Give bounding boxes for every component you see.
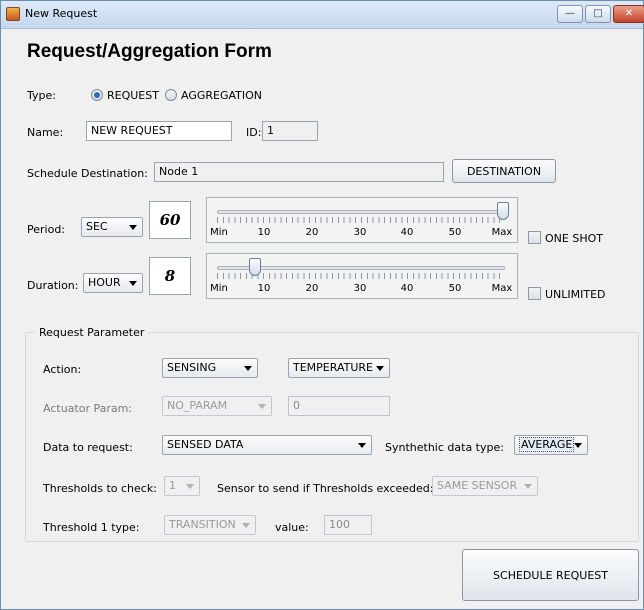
period-unit-value: SEC bbox=[86, 220, 108, 233]
radio-aggregation-label[interactable]: AGGREGATION bbox=[181, 89, 262, 102]
period-unit-dropdown[interactable]: SEC bbox=[81, 217, 143, 237]
period-slider-thumb[interactable] bbox=[497, 202, 509, 220]
page-title: Request/Aggregation Form bbox=[27, 41, 272, 62]
actuator-param-label: Actuator Param: bbox=[43, 402, 133, 415]
synthetic-data-type-label: Synthethic data type: bbox=[385, 441, 504, 454]
id-field: 1 bbox=[262, 121, 318, 141]
name-field[interactable]: NEW REQUEST bbox=[86, 121, 232, 141]
slider-max-label: Max bbox=[491, 227, 513, 238]
slider-tick-label: 30 bbox=[353, 283, 367, 294]
unlimited-checkbox[interactable] bbox=[528, 287, 541, 300]
slider-tick-label: 10 bbox=[257, 283, 271, 294]
threshold1-type-dropdown: TRANSITION bbox=[164, 515, 256, 535]
chevron-down-icon bbox=[129, 225, 137, 230]
threshold1-value-label: value: bbox=[275, 521, 309, 534]
data-to-request-dropdown[interactable]: SENSED DATA bbox=[162, 435, 372, 455]
type-label: Type: bbox=[27, 89, 56, 102]
slider-tick-label: 50 bbox=[448, 283, 462, 294]
action-label: Action: bbox=[43, 363, 82, 376]
threshold1-value-field: 100 bbox=[324, 515, 372, 535]
duration-unit-dropdown[interactable]: HOUR bbox=[83, 273, 143, 293]
window-title: New Request bbox=[25, 7, 98, 20]
chevron-down-icon bbox=[574, 443, 582, 448]
actuator-param-dropdown: NO_PARAM bbox=[162, 396, 272, 416]
sensor-to-send-label: Sensor to send if Thresholds exceeded: bbox=[217, 482, 434, 495]
chevron-down-icon bbox=[258, 404, 266, 409]
action-value: SENSING bbox=[167, 361, 217, 374]
duration-label: Duration: bbox=[27, 279, 79, 292]
actuator-param-value: NO_PARAM bbox=[167, 399, 228, 412]
chevron-down-icon bbox=[244, 366, 252, 371]
slider-tick-label: 40 bbox=[400, 227, 414, 238]
duration-unit-value: HOUR bbox=[88, 276, 121, 289]
id-label: ID: bbox=[246, 126, 262, 139]
period-value-display: 60 bbox=[149, 201, 191, 239]
threshold1-type-value: TRANSITION bbox=[169, 518, 236, 531]
chevron-down-icon bbox=[129, 281, 137, 286]
one-shot-label[interactable]: ONE SHOT bbox=[545, 232, 603, 245]
slider-tick-label: 50 bbox=[448, 227, 462, 238]
slider-tick-label: 20 bbox=[305, 227, 319, 238]
duration-slider-thumb[interactable] bbox=[249, 258, 261, 276]
duration-value-display: 8 bbox=[149, 257, 191, 295]
data-to-request-label: Data to request: bbox=[43, 441, 133, 454]
request-parameter-title: Request Parameter bbox=[35, 326, 149, 339]
chevron-down-icon bbox=[376, 366, 384, 371]
duration-slider[interactable]: Min 10 20 30 40 50 Max bbox=[206, 253, 518, 299]
thresholds-count-value: 1 bbox=[169, 479, 176, 492]
close-button[interactable]: ✕ bbox=[613, 5, 644, 23]
synthetic-data-type-dropdown[interactable]: AVERAGE bbox=[514, 435, 588, 455]
schedule-request-button[interactable]: SCHEDULE REQUEST bbox=[462, 549, 639, 601]
radio-request-label[interactable]: REQUEST bbox=[107, 89, 159, 102]
sensor-type-dropdown[interactable]: TEMPERATURE bbox=[288, 358, 390, 378]
data-to-request-value: SENSED DATA bbox=[167, 438, 244, 451]
threshold1-type-label: Threshold 1 type: bbox=[43, 521, 140, 534]
action-dropdown[interactable]: SENSING bbox=[162, 358, 258, 378]
maximize-button[interactable]: □ bbox=[585, 5, 611, 23]
schedule-destination-label: Schedule Destination: bbox=[27, 167, 148, 180]
radio-aggregation[interactable] bbox=[165, 89, 177, 101]
slider-min-label: Min bbox=[210, 227, 228, 238]
sensor-type-value: TEMPERATURE bbox=[293, 361, 373, 374]
chevron-down-icon bbox=[186, 484, 194, 489]
sensor-to-send-dropdown: SAME SENSOR bbox=[432, 476, 538, 496]
name-label: Name: bbox=[27, 126, 64, 139]
radio-request[interactable] bbox=[91, 89, 103, 101]
unlimited-label[interactable]: UNLIMITED bbox=[545, 288, 606, 301]
slider-ticks bbox=[217, 273, 505, 279]
destination-button[interactable]: DESTINATION bbox=[452, 159, 556, 183]
slider-tick-label: 10 bbox=[257, 227, 271, 238]
slider-max-label: Max bbox=[491, 283, 513, 294]
slider-ticks bbox=[217, 217, 505, 223]
java-app-icon bbox=[6, 7, 20, 21]
slider-tick-label: 40 bbox=[400, 283, 414, 294]
chevron-down-icon bbox=[524, 484, 532, 489]
chevron-down-icon bbox=[358, 443, 366, 448]
thresholds-to-check-label: Thresholds to check: bbox=[43, 482, 157, 495]
new-request-window: New Request — □ ✕ Request/Aggregation Fo… bbox=[0, 0, 644, 610]
sensor-to-send-value: SAME SENSOR bbox=[437, 479, 518, 492]
one-shot-checkbox[interactable] bbox=[528, 231, 541, 244]
slider-tick-label: 30 bbox=[353, 227, 367, 238]
thresholds-count-dropdown: 1 bbox=[164, 476, 200, 496]
period-label: Period: bbox=[27, 223, 66, 236]
slider-track bbox=[217, 210, 505, 214]
synthetic-data-type-value: AVERAGE bbox=[519, 437, 575, 452]
title-bar: New Request — □ ✕ bbox=[1, 1, 644, 29]
schedule-destination-field: Node 1 bbox=[154, 162, 444, 182]
minimize-button[interactable]: — bbox=[557, 5, 583, 23]
actuator-param-field: 0 bbox=[288, 396, 390, 416]
slider-tick-label: 20 bbox=[305, 283, 319, 294]
period-slider[interactable]: Min 10 20 30 40 50 Max bbox=[206, 197, 518, 243]
slider-min-label: Min bbox=[210, 283, 228, 294]
chevron-down-icon bbox=[242, 523, 250, 528]
